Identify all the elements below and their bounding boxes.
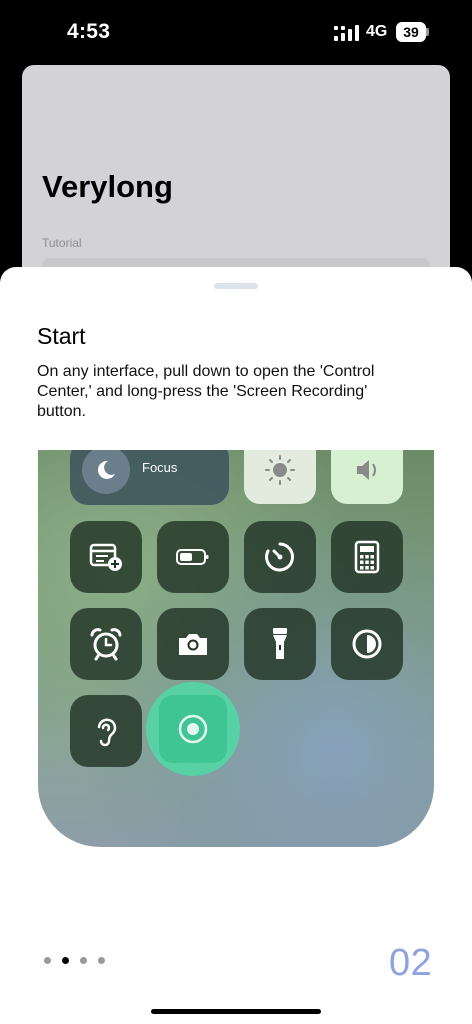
page-dot[interactable] [98,957,105,964]
battery-level: 39 [396,22,426,42]
sheet-title: Start [37,323,86,349]
background-subtitle: Tutorial [42,236,82,250]
network-type: 4G [366,23,388,40]
page-dot[interactable] [80,957,87,964]
sheet-grabber[interactable] [214,283,258,289]
hearing-icon [70,695,142,767]
brightness-icon [244,450,316,504]
page-dot-active[interactable] [62,957,69,964]
status-bar: 4:53 4G 39 [0,0,472,64]
focus-tile: Focus [70,450,229,505]
home-indicator[interactable] [151,1009,321,1014]
flashlight-icon [244,608,316,680]
sheet-description: On any interface, pull down to open the … [37,363,375,420]
screen-recording-icon [159,695,227,763]
battery-icon: 39 [396,22,430,42]
camera-icon [157,608,229,680]
dark-mode-icon [331,608,403,680]
moon-icon [82,450,130,494]
page-number: 02 [389,942,433,984]
background-title: Verylong [42,169,173,204]
status-time: 4:53 [67,20,111,43]
control-center-illustration: Focus [38,450,434,847]
tutorial-sheet: Start On any interface, pull down to ope… [0,267,472,1024]
page-indicator[interactable] [44,957,105,964]
notes-add-icon [70,521,142,593]
timer-icon [244,521,316,593]
alarm-icon [70,608,142,680]
calculator-icon [331,521,403,593]
page-dot[interactable] [44,957,51,964]
cellular-signal-icon [334,25,359,41]
volume-icon [331,450,403,504]
focus-label: Focus [142,460,178,475]
battery-icon [157,521,229,593]
battery-tip [426,28,429,36]
